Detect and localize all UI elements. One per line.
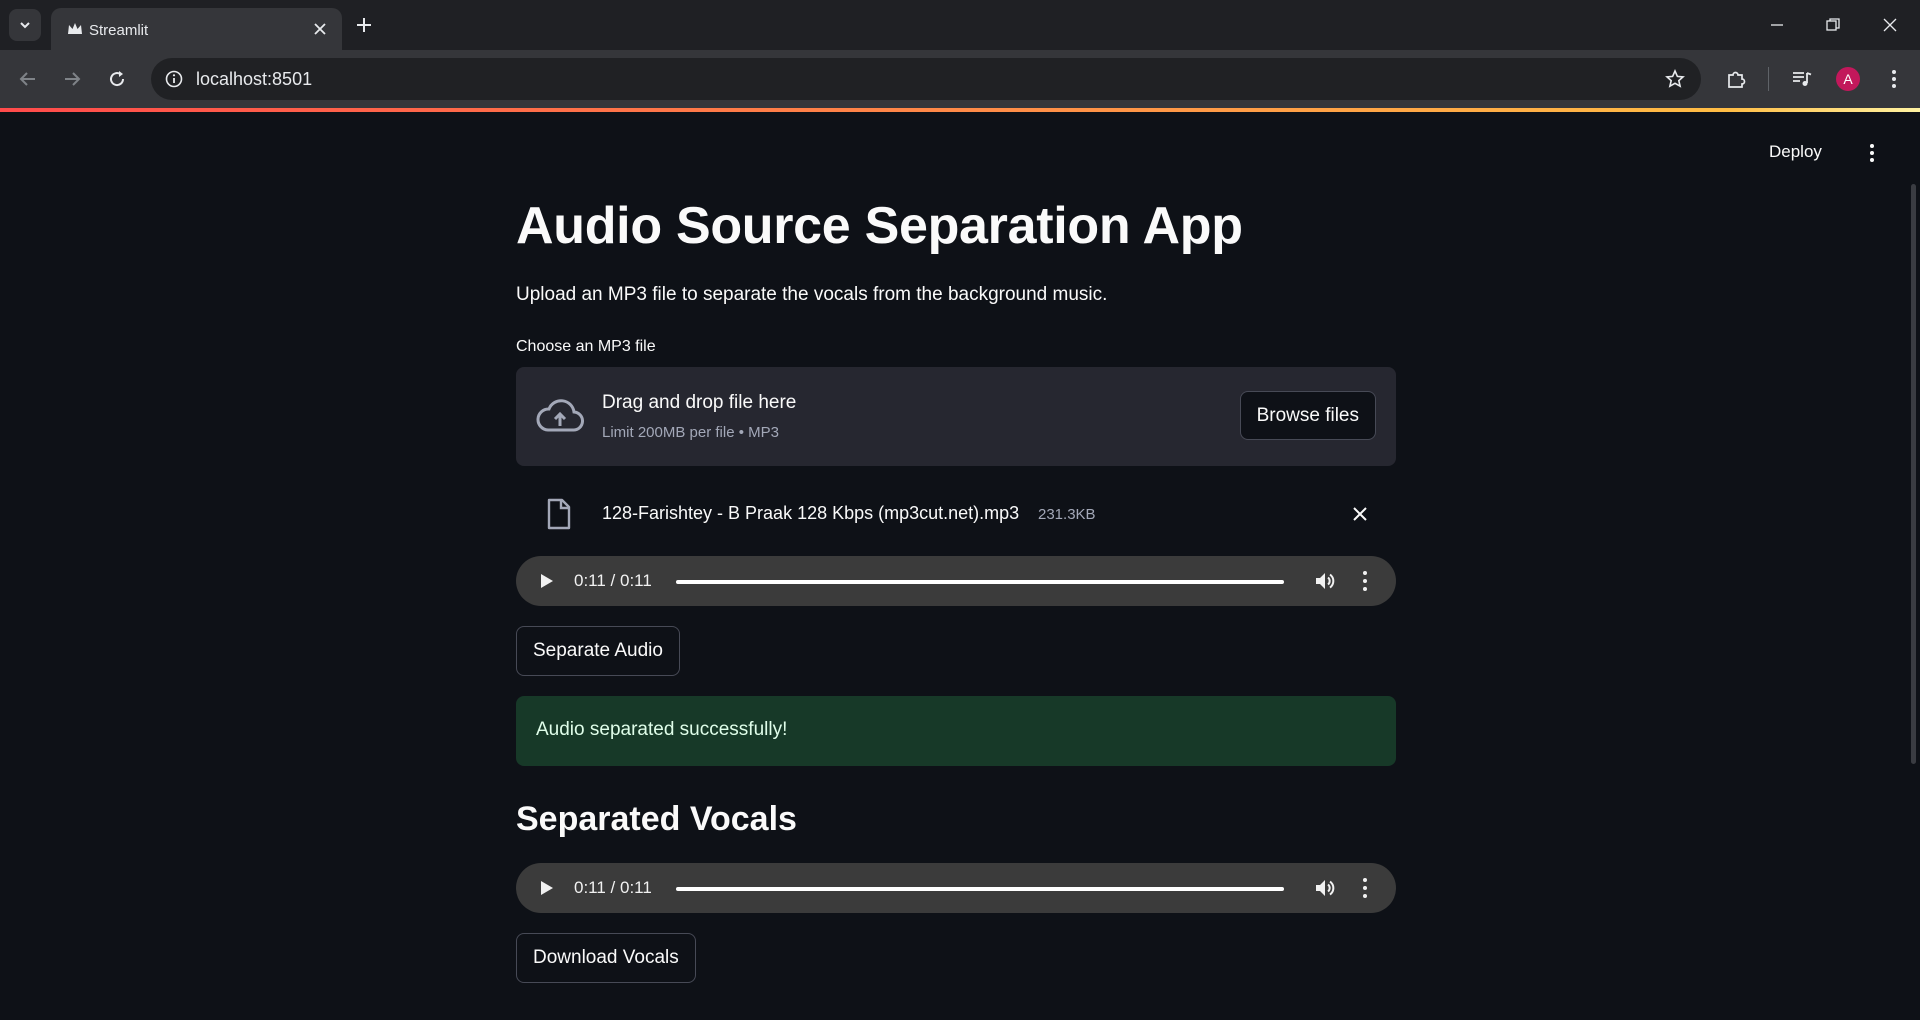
volume-icon[interactable] bbox=[1314, 877, 1336, 899]
volume-icon[interactable] bbox=[1314, 570, 1336, 592]
file-icon bbox=[547, 498, 571, 530]
audio-player-original[interactable]: 0:11 / 0:11 bbox=[516, 556, 1396, 606]
playlist-music-icon bbox=[1793, 72, 1812, 86]
option-dot bbox=[1363, 886, 1367, 890]
vocals-heading: Separated Vocals bbox=[516, 800, 797, 838]
uploaded-file-name: 128-Farishtey - B Praak 128 Kbps (mp3cut… bbox=[602, 503, 1020, 523]
reload-icon bbox=[110, 71, 125, 87]
audio-progress-bar[interactable] bbox=[676, 887, 1284, 891]
uploaded-file-size: 231.3KB bbox=[1038, 506, 1096, 523]
back-button[interactable] bbox=[15, 66, 41, 92]
audio-options-button[interactable] bbox=[1362, 878, 1368, 898]
play-icon[interactable] bbox=[540, 573, 554, 589]
minimize-button[interactable] bbox=[1764, 12, 1790, 38]
audio-player-vocals[interactable]: 0:11 / 0:11 bbox=[516, 863, 1396, 913]
audio-progress-bar[interactable] bbox=[676, 580, 1284, 584]
page-scrollbar[interactable] bbox=[1911, 184, 1916, 764]
bookmark-star-icon[interactable] bbox=[1665, 69, 1685, 89]
option-dot bbox=[1363, 579, 1367, 583]
extensions-button[interactable] bbox=[1724, 67, 1748, 91]
file-dropzone[interactable]: Drag and drop file here Limit 200MB per … bbox=[516, 367, 1396, 466]
media-controls-button[interactable] bbox=[1790, 67, 1814, 91]
close-window-button[interactable] bbox=[1877, 12, 1903, 38]
chevron-down-icon bbox=[20, 22, 30, 29]
close-icon bbox=[1883, 18, 1897, 32]
new-tab-icon[interactable] bbox=[354, 15, 374, 35]
uploader-label: Choose an MP3 file bbox=[516, 338, 656, 355]
browser-menu-button[interactable] bbox=[1882, 67, 1906, 91]
url-text: localhost:8501 bbox=[196, 69, 313, 89]
restore-button[interactable] bbox=[1820, 12, 1846, 38]
menu-dot bbox=[1870, 158, 1874, 162]
dropzone-instructions: Drag and drop file here bbox=[602, 392, 797, 413]
close-tab-icon[interactable] bbox=[312, 21, 328, 37]
address-bar[interactable]: localhost:8501 bbox=[151, 58, 1701, 100]
app-view: Deploy Audio Source Separation App Uploa… bbox=[0, 112, 1920, 1020]
reload-button[interactable] bbox=[104, 66, 130, 92]
audio-options-button[interactable] bbox=[1362, 571, 1368, 591]
minimize-icon bbox=[1771, 24, 1783, 26]
browser-tab-bar: Streamlit bbox=[0, 0, 1920, 50]
forward-button[interactable] bbox=[59, 66, 85, 92]
page-title: Audio Source Separation App bbox=[516, 197, 1243, 255]
browse-files-button[interactable]: Browse files bbox=[1239, 391, 1376, 440]
delete-file-icon[interactable] bbox=[1352, 506, 1368, 522]
separate-audio-button[interactable]: Separate Audio bbox=[516, 626, 680, 676]
menu-dot bbox=[1870, 151, 1874, 155]
audio-time: 0:11 / 0:11 bbox=[574, 878, 652, 897]
toolbar-divider bbox=[1768, 67, 1769, 91]
page-description: Upload an MP3 file to separate the vocal… bbox=[516, 284, 1108, 305]
kebab-menu-icon bbox=[1892, 70, 1896, 88]
tab-title: Streamlit bbox=[89, 22, 149, 39]
browser-tab[interactable]: Streamlit bbox=[51, 8, 342, 50]
cloud-upload-icon bbox=[536, 399, 584, 432]
dropzone-limit: Limit 200MB per file • MP3 bbox=[602, 424, 779, 441]
app-main-menu-button[interactable] bbox=[1862, 142, 1882, 164]
profile-avatar[interactable]: A bbox=[1836, 67, 1860, 91]
streamlit-crown-icon bbox=[68, 23, 82, 34]
success-alert: Audio separated successfully! bbox=[516, 696, 1396, 766]
play-icon[interactable] bbox=[540, 880, 554, 896]
audio-time: 0:11 / 0:11 bbox=[574, 571, 652, 590]
download-vocals-button[interactable]: Download Vocals bbox=[516, 933, 696, 983]
option-dot bbox=[1363, 587, 1367, 591]
arrow-left-icon bbox=[19, 72, 35, 86]
deploy-button[interactable]: Deploy bbox=[1769, 142, 1822, 162]
restore-icon bbox=[1826, 18, 1840, 31]
arrow-right-icon bbox=[65, 72, 81, 86]
option-dot bbox=[1363, 571, 1367, 575]
site-info-icon[interactable] bbox=[165, 70, 183, 88]
menu-dot bbox=[1870, 144, 1874, 148]
option-dot bbox=[1363, 894, 1367, 898]
puzzle-icon bbox=[1728, 71, 1746, 88]
uploaded-file-item: 128-Farishtey - B Praak 128 Kbps (mp3cut… bbox=[516, 484, 1396, 544]
option-dot bbox=[1363, 878, 1367, 882]
success-message: Audio separated successfully! bbox=[536, 719, 788, 740]
tab-search-button[interactable] bbox=[9, 9, 41, 41]
